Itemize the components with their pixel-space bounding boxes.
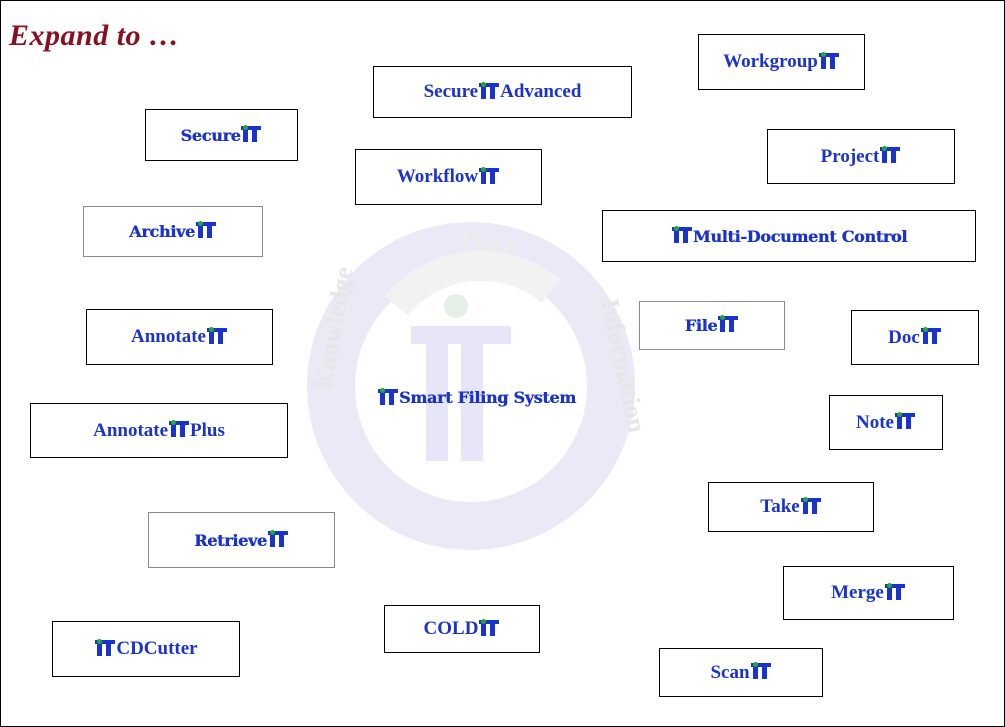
module-workflow[interactable]: Workflow <box>355 149 542 205</box>
it-logo-icon <box>206 326 227 344</box>
module-secure-advanced[interactable]: Secure Advanced <box>373 66 632 118</box>
module-label-post: Plus <box>190 419 225 441</box>
module-label-pre: Annotate <box>93 419 169 441</box>
module-multi-document-control[interactable]: Multi-Document Control <box>602 210 976 262</box>
module-doc[interactable]: Doc <box>851 310 979 365</box>
module-label-post: Advanced <box>500 81 582 102</box>
center-label-text: Smart Filing System <box>399 388 576 407</box>
it-logo-icon <box>671 225 692 243</box>
it-logo-icon <box>800 496 821 514</box>
it-logo-icon <box>195 221 216 238</box>
module-archive[interactable]: Archive <box>83 206 263 257</box>
it-logo-icon <box>267 529 288 547</box>
module-note[interactable]: Note <box>829 395 943 450</box>
slide: Data Information Knowledge Expand to … S… <box>0 0 1005 727</box>
module-merge[interactable]: Merge <box>783 566 954 620</box>
module-label-pre: Note <box>856 411 894 433</box>
module-label-pre: COLD <box>423 618 479 639</box>
module-label-post: Multi-Document Control <box>692 226 908 246</box>
module-label-pre: Project <box>820 145 880 167</box>
it-logo-icon <box>818 51 839 69</box>
module-label-pre: Archive <box>129 222 195 241</box>
it-logo-icon <box>750 662 771 679</box>
module-label-pre: Merge <box>831 582 884 603</box>
it-logo-icon <box>479 166 500 184</box>
module-cold[interactable]: COLD <box>384 605 540 653</box>
module-label-pre: Take <box>760 496 800 517</box>
watermark-data: Data <box>461 228 514 257</box>
it-logo-icon <box>479 81 500 99</box>
it-logo-icon <box>920 327 941 344</box>
slide-title: Expand to … <box>9 19 180 52</box>
module-label-pre: Secure <box>423 81 479 102</box>
module-cdcutter[interactable]: CDCutter <box>52 621 240 677</box>
module-annotate-plus[interactable]: Annotate Plus <box>30 403 288 458</box>
center-smart-filing-system: Smart Filing System <box>377 388 576 407</box>
module-label-post: CDCutter <box>116 638 198 659</box>
module-label-pre: Retrieve <box>194 530 267 550</box>
module-label-pre: Scan <box>710 661 750 683</box>
module-file[interactable]: File <box>639 301 785 350</box>
module-annotate[interactable]: Annotate <box>86 309 273 365</box>
module-label-pre: Workgroup <box>723 51 818 72</box>
it-logo-icon <box>169 420 190 437</box>
it-logo-icon <box>884 582 905 600</box>
it-logo-icon <box>378 388 398 405</box>
module-secure[interactable]: Secure <box>145 109 298 161</box>
it-logo-icon <box>894 412 915 429</box>
module-label-pre: Annotate <box>131 326 206 347</box>
it-logo-icon <box>718 315 739 332</box>
module-label-pre: Workflow <box>396 166 479 187</box>
it-logo-icon <box>241 124 262 142</box>
it-logo-icon <box>95 638 116 656</box>
module-take[interactable]: Take <box>708 482 874 532</box>
it-logo-icon <box>479 618 500 636</box>
module-workgroup[interactable]: Workgroup <box>698 34 865 90</box>
module-label-pre: File <box>684 316 718 335</box>
module-label-pre: Secure <box>180 125 241 145</box>
module-label-pre: Doc <box>888 326 920 348</box>
module-scan[interactable]: Scan <box>659 648 823 697</box>
module-project[interactable]: Project <box>767 129 955 184</box>
it-logo-icon <box>880 146 901 163</box>
module-retrieve[interactable]: Retrieve <box>148 512 335 568</box>
